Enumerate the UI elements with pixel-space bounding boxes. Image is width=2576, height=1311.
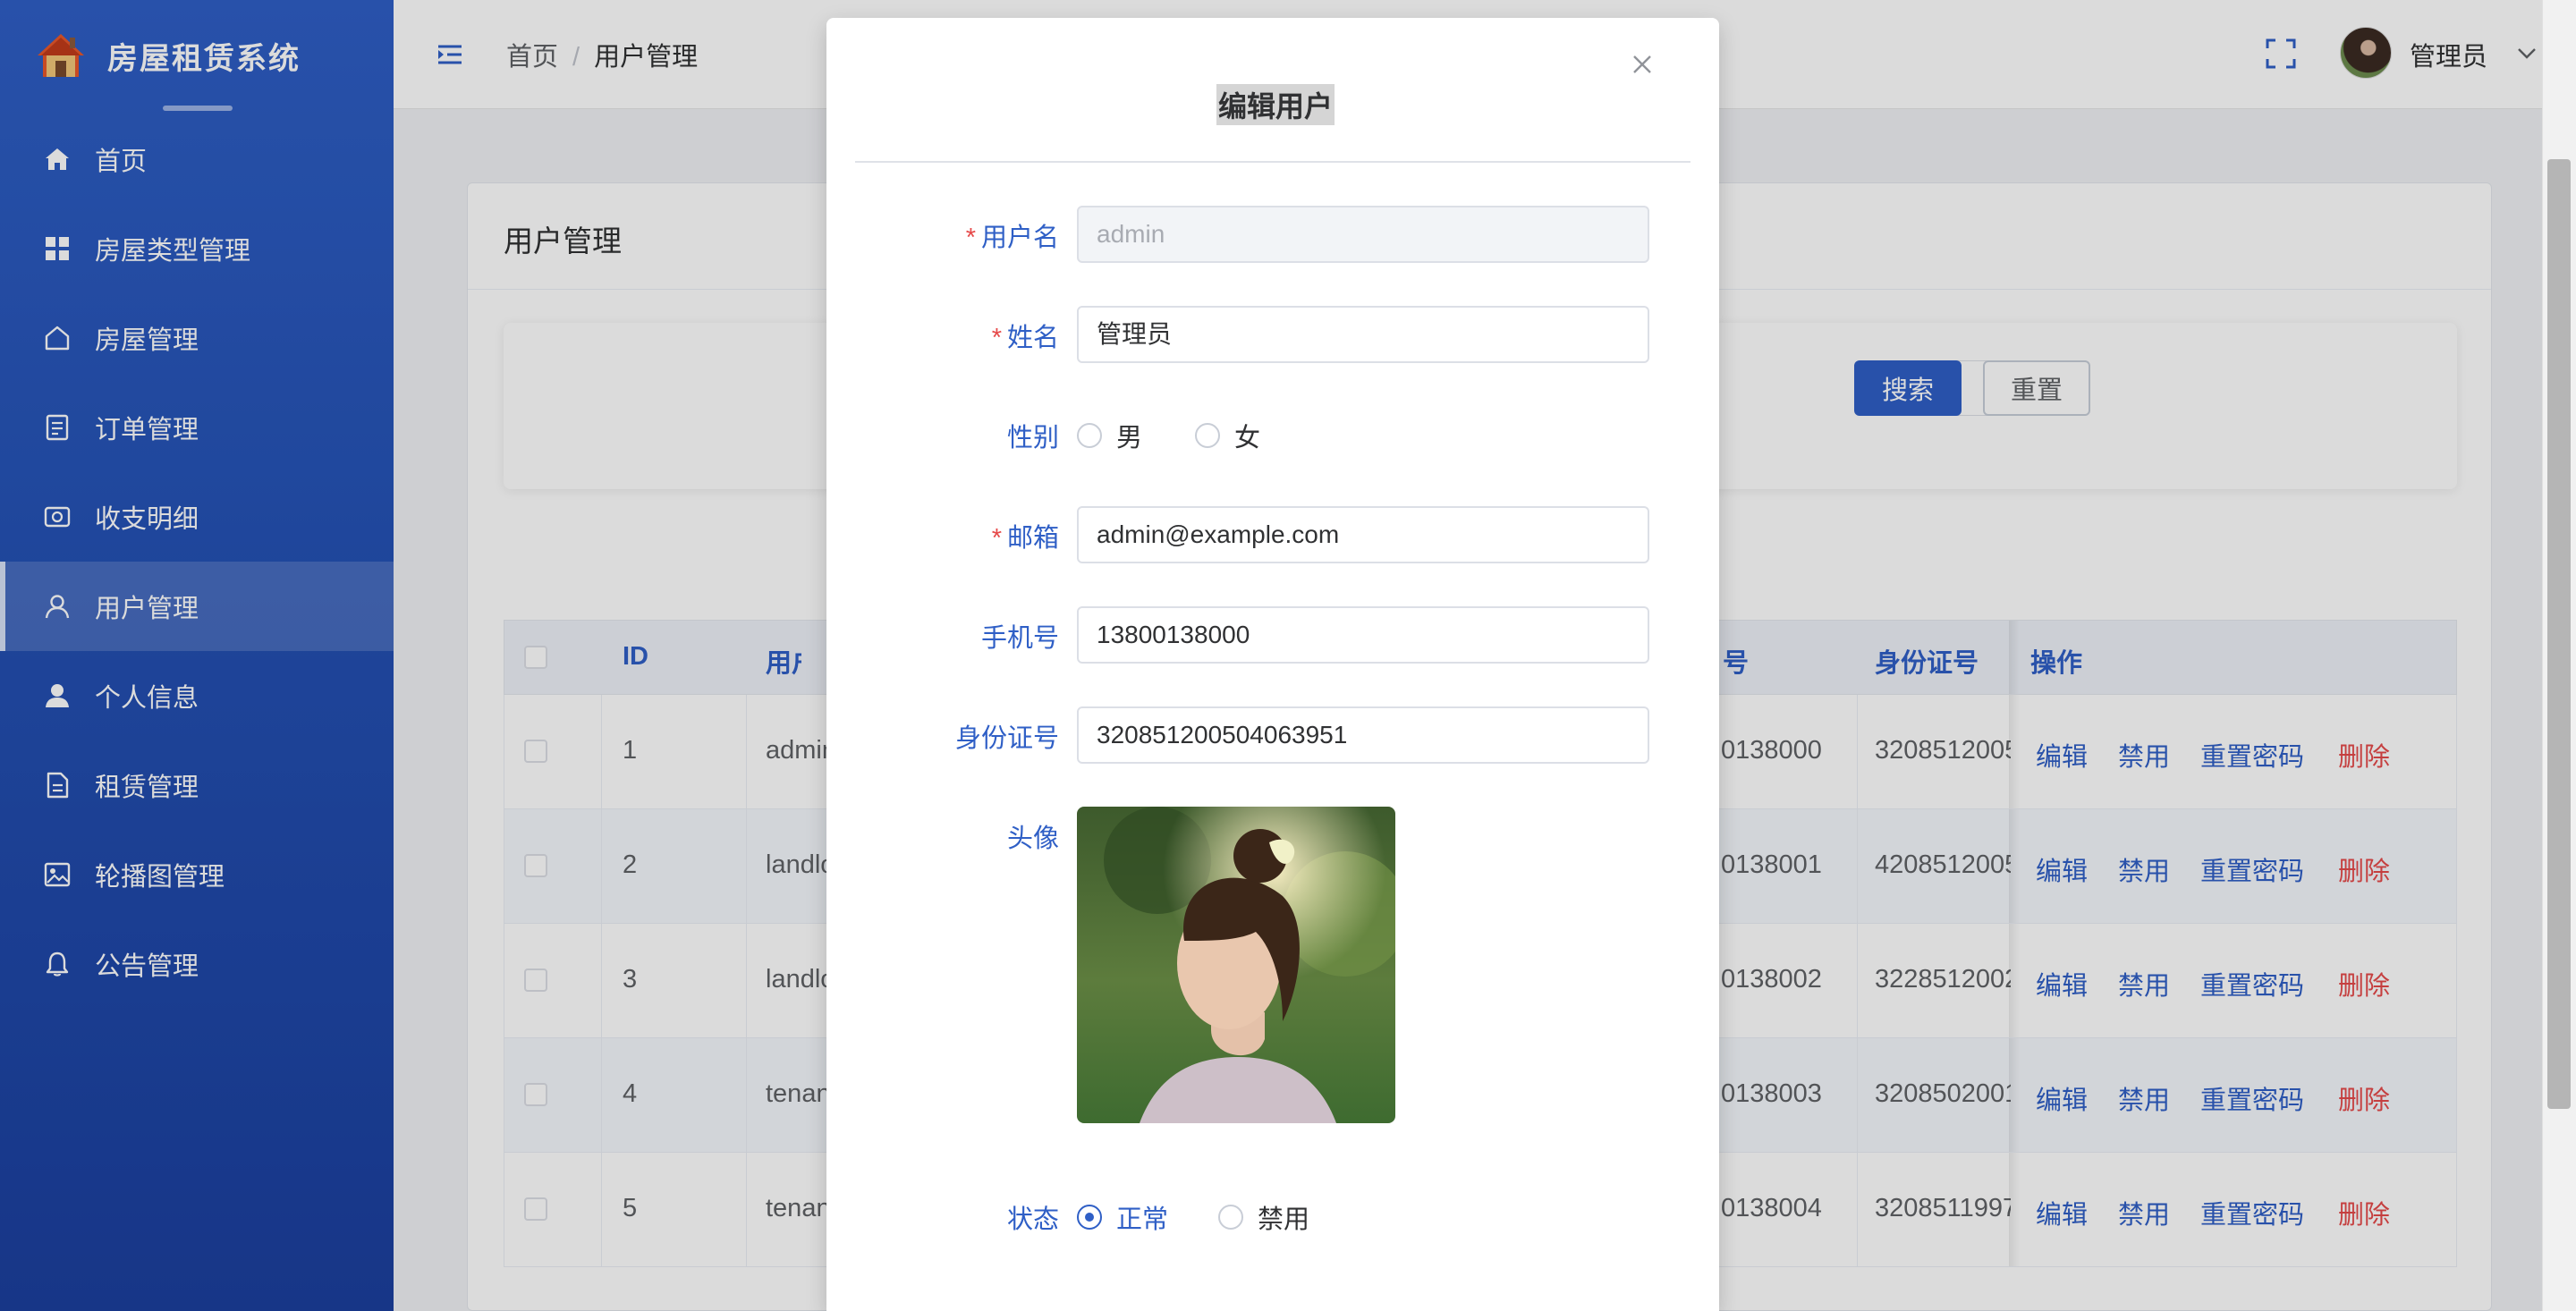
status-radio-disabled[interactable]: 禁用 <box>1218 1198 1309 1236</box>
username-label: * 用户名 <box>965 224 1059 252</box>
dialog-title: 编辑用户 <box>1216 84 1335 125</box>
status-label: 状态 <box>1006 1205 1059 1234</box>
edit-user-dialog: 编辑用户 * 用户名 admin * 姓名 管理员 性别 男 女 * 邮箱 admin… <box>826 18 1719 1311</box>
name-label: * 姓名 <box>991 324 1059 352</box>
phone-label: 手机号 <box>980 624 1059 653</box>
scrollbar-thumb[interactable] <box>2547 159 2571 1109</box>
avatar-upload-image[interactable] <box>1077 807 1395 1123</box>
gender-radio-male[interactable]: 男 <box>1077 417 1142 454</box>
required-mark: * <box>991 324 1002 352</box>
name-field[interactable]: 管理员 <box>1077 306 1649 363</box>
avatar-label: 头像 <box>1006 825 1059 853</box>
status-radio-normal[interactable]: 正常 <box>1077 1198 1168 1236</box>
phone-field[interactable]: 13800138000 <box>1077 606 1649 664</box>
required-mark: * <box>965 224 976 252</box>
gender-label: 性别 <box>1006 424 1059 453</box>
email-label: * 邮箱 <box>991 524 1059 553</box>
close-icon[interactable] <box>1623 45 1662 84</box>
radio-circle <box>1218 1205 1243 1230</box>
radio-circle <box>1077 423 1102 448</box>
dialog-divider <box>855 161 1690 163</box>
id-card-field[interactable]: 320851200504063951 <box>1077 706 1649 764</box>
radio-circle <box>1077 1205 1102 1230</box>
username-field: admin <box>1077 206 1649 263</box>
radio-circle <box>1195 423 1220 448</box>
gender-radio-female[interactable]: 女 <box>1195 417 1260 454</box>
email-field[interactable]: admin@example.com <box>1077 506 1649 563</box>
id-card-label: 身份证号 <box>954 724 1059 753</box>
required-mark: * <box>991 524 1002 553</box>
